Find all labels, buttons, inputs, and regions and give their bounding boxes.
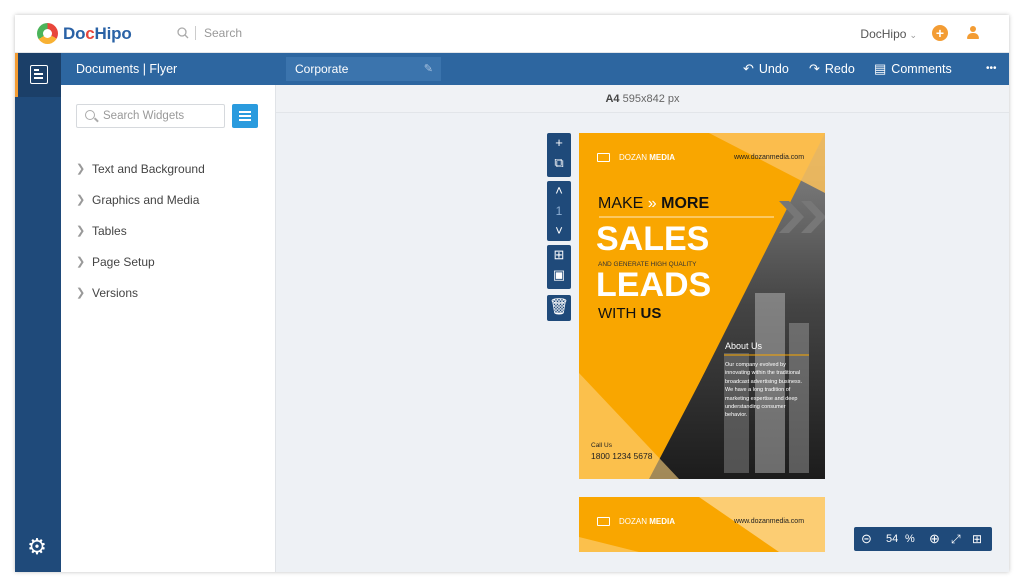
flyer-2-brand[interactable]: DOZAN MEDIA [619, 517, 675, 526]
global-search[interactable]: Search [177, 26, 242, 40]
chevron-right-icon: ❯ [76, 163, 86, 175]
zoom-in-button[interactable]: ⊕ [929, 527, 940, 551]
add-page-icon[interactable]: + [547, 133, 571, 153]
page-size-name: A4 [605, 93, 620, 105]
document-icon [30, 65, 48, 84]
chevron-right-icon: ❯ [76, 287, 86, 299]
chevron-down-icon: ⌄ [909, 30, 917, 40]
flyer-leads[interactable]: LEADS [596, 266, 711, 305]
undo-button[interactable]: ↶ Undo [743, 53, 789, 85]
category-page-setup[interactable]: ❯ Page Setup [76, 246, 205, 277]
widget-search-input[interactable]: Search Widgets [76, 104, 225, 128]
page-add-tools: + ⧉ [547, 133, 571, 177]
panel-title: Documents | Flyer [61, 53, 276, 85]
redo-icon: ↷ [809, 61, 820, 76]
flyer-about-text[interactable]: Our company evolved by innovating within… [725, 361, 802, 420]
chevron-right-icon: ❯ [76, 194, 86, 206]
zoom-value[interactable]: 54 [886, 527, 898, 551]
editor-toolbar: Corporate ✎ ↶ Undo ↷ Redo ▤ Comments ••• [276, 53, 1009, 85]
search-input[interactable]: Search [204, 26, 242, 40]
flyer-brand[interactable]: DOZAN MEDIA [619, 153, 675, 162]
search-icon [177, 27, 189, 39]
resize-page-icon[interactable]: ▣ [547, 265, 571, 285]
logo-text: DocHipo [63, 23, 132, 43]
more-options-button[interactable]: ••• [986, 53, 997, 85]
widget-categories: ❯ Text and Background ❯ Graphics and Media… [76, 153, 205, 308]
redo-button[interactable]: ↷ Redo [809, 53, 855, 85]
trash-icon: 🗑 [548, 299, 570, 316]
document-name-field[interactable]: Corporate ✎ [286, 57, 441, 81]
flyer-page-2[interactable]: DOZAN MEDIA www.dozanmedia.com [579, 497, 825, 552]
flyer-make-more[interactable]: MAKE » MORE [598, 195, 709, 213]
flyer-call-label[interactable]: Call Us [591, 442, 612, 449]
create-new-button[interactable]: + [932, 25, 948, 41]
category-graphics-and-media[interactable]: ❯ Graphics and Media [76, 184, 205, 215]
page-number: 1 [555, 204, 563, 218]
category-tables[interactable]: ❯ Tables [76, 215, 205, 246]
flyer-about-title[interactable]: About Us [725, 341, 762, 351]
zoom-unit: % [905, 533, 915, 545]
search-divider [195, 26, 196, 40]
magnifier-icon [85, 110, 95, 120]
left-rail: ⚙ [15, 53, 61, 572]
double-chevron-icon: » [647, 195, 657, 212]
comments-button[interactable]: ▤ Comments [874, 53, 952, 85]
page-size-bar: A4 595x842 px [276, 85, 1009, 113]
flyer-2-website[interactable]: www.dozanmedia.com [734, 518, 804, 525]
flyer-phone[interactable]: 1800 1234 5678 [591, 451, 652, 461]
comment-icon: ▤ [874, 61, 887, 76]
widgets-panel: Search Widgets ❯ Text and Background ❯ Gra… [61, 85, 276, 572]
user-profile-icon[interactable] [966, 26, 980, 41]
settings-gear-icon[interactable]: ⚙ [26, 536, 48, 558]
flyer-website[interactable]: www.dozanmedia.com [734, 154, 804, 161]
edit-pencil-icon[interactable]: ✎ [424, 57, 433, 81]
flyer-sales[interactable]: SALES [596, 220, 709, 259]
chevron-up-icon[interactable]: ˄ [547, 181, 571, 201]
documents-nav-button[interactable] [15, 53, 61, 97]
flyer-page-1[interactable]: DOZAN MEDIA www.dozanmedia.com MAKE » MO… [579, 133, 825, 479]
monitor-icon [597, 517, 610, 526]
page-size-dims: 595x842 px [622, 93, 680, 105]
undo-icon: ↶ [743, 61, 754, 76]
plus-icon: + [935, 25, 945, 41]
grid-icon[interactable]: ⊞ [547, 245, 571, 265]
duplicate-page-icon[interactable]: ⧉ [547, 153, 571, 173]
chevron-down-icon[interactable]: ˅ [547, 221, 571, 241]
zoom-control: ⊝ 54 % ⊕ ⤢ ⊞ [854, 527, 992, 551]
category-versions[interactable]: ❯ Versions [76, 277, 205, 308]
logo-mark-icon [37, 23, 58, 44]
delete-page-button[interactable]: 🗑 [547, 295, 571, 321]
chevron-right-icon: ❯ [76, 256, 86, 268]
fit-screen-icon[interactable]: ⤢ [951, 527, 961, 551]
widget-search-placeholder: Search Widgets [103, 110, 185, 122]
chevron-right-icon: ❯ [76, 225, 86, 237]
grid-view-icon[interactable]: ⊞ [972, 527, 982, 551]
user-body-shape [967, 33, 979, 39]
zoom-out-button[interactable]: ⊝ [861, 527, 872, 551]
top-bar: DocHipo Search DocHipo ⌄ + [15, 15, 1009, 53]
app-window: DocHipo Search DocHipo ⌄ + ⚙ Documents | … [15, 15, 1009, 572]
dochipo-logo[interactable]: DocHipo [37, 23, 132, 44]
account-name: DocHipo [860, 27, 907, 41]
account-menu[interactable]: DocHipo ⌄ [860, 27, 917, 41]
page-order-tools: ˄ 1 ˅ [547, 181, 571, 241]
list-view-button[interactable] [232, 104, 258, 128]
category-text-and-background[interactable]: ❯ Text and Background [76, 153, 205, 184]
monitor-icon [597, 153, 610, 162]
user-head-shape [970, 26, 976, 32]
flyer-with-us[interactable]: WITH US [598, 305, 661, 322]
page-layout-tools: ⊞ ▣ [547, 245, 571, 289]
